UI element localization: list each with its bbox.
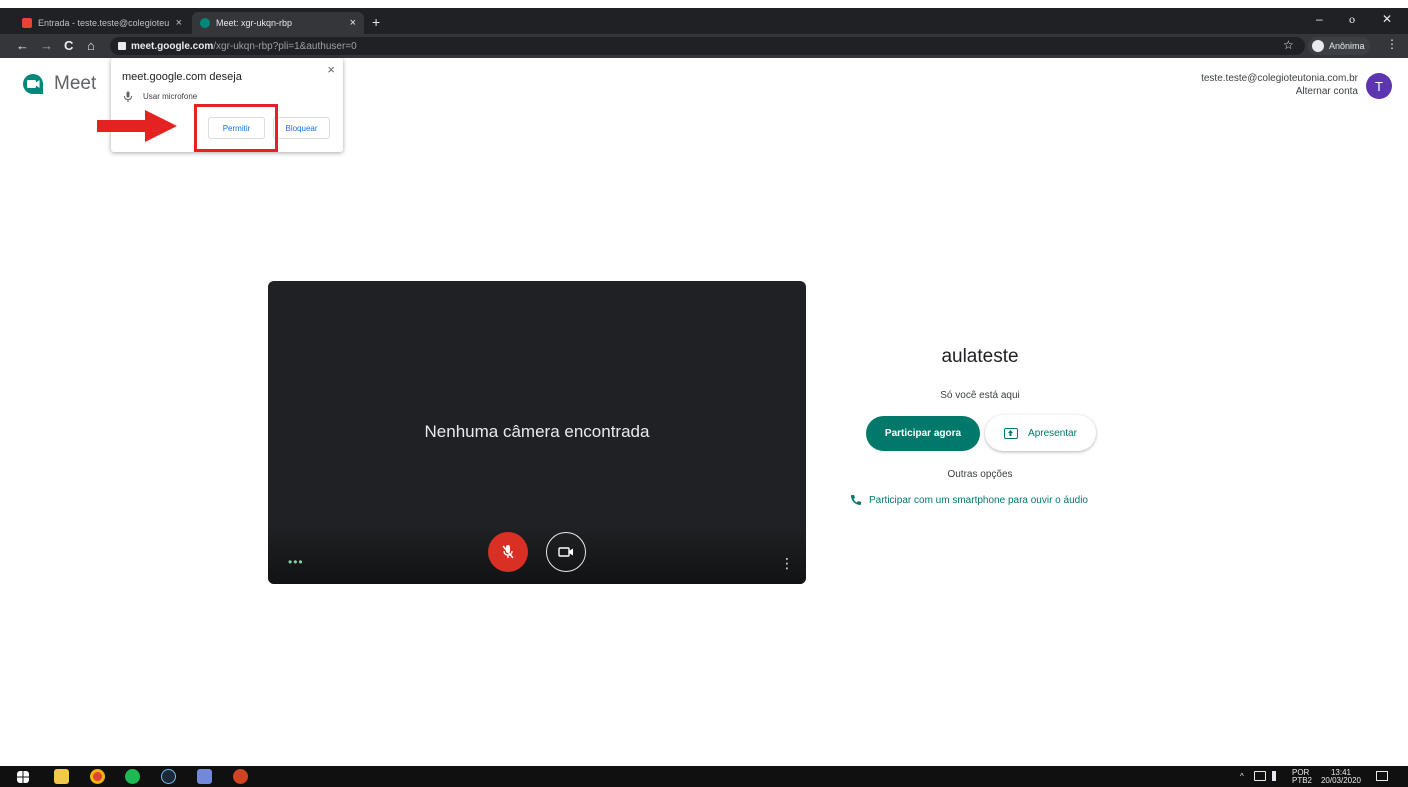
phone-icon [851, 495, 861, 505]
account-info: teste.teste@colegioteutonia.com.br Alter… [1201, 72, 1358, 98]
microphone-toggle-button[interactable] [488, 532, 528, 572]
chrome-icon[interactable] [90, 769, 105, 784]
clock[interactable]: 13:41 20/03/2020 [1320, 769, 1362, 785]
popup-title: meet.google.com deseja [122, 71, 242, 83]
video-controls-gradient [268, 524, 806, 584]
microphone-icon [124, 91, 132, 102]
more-options-dots-icon[interactable]: ••• [288, 555, 304, 569]
camera-toggle-button[interactable] [546, 532, 586, 572]
avatar[interactable]: T [1366, 73, 1392, 99]
incognito-profile-button[interactable]: Anônima [1308, 37, 1370, 55]
switch-account-link[interactable]: Alternar conta [1201, 85, 1358, 98]
annotation-highlight-box [194, 104, 278, 152]
join-by-phone-label: Participar com um smartphone para ouvir … [869, 494, 1088, 506]
no-camera-message: Nenhuma câmera encontrada [424, 422, 650, 441]
camera-icon [558, 547, 573, 557]
reload-button[interactable]: C [64, 38, 73, 54]
other-options-label: Outras opções [947, 469, 1013, 480]
file-explorer-icon[interactable] [54, 769, 69, 784]
annotation-arrow-shaft [97, 120, 145, 132]
meeting-name: aulateste [941, 346, 1019, 367]
windows-taskbar: ^ POR PTB2 13:41 20/03/2020 [0, 766, 1408, 787]
participants-status: Só você está aqui [940, 390, 1020, 401]
tab-close-icon[interactable]: × [350, 17, 356, 29]
browser-menu-button[interactable]: ⋮ [1386, 37, 1398, 51]
home-button[interactable]: ⌂ [87, 38, 95, 54]
meet-logo-icon [23, 74, 43, 94]
meet-logo[interactable]: Meet [22, 73, 96, 95]
powerpoint-icon[interactable] [233, 769, 248, 784]
join-now-button[interactable]: Participar agora [866, 416, 980, 451]
popup-close-icon[interactable]: × [327, 62, 335, 77]
discord-icon[interactable] [197, 769, 212, 784]
tab-gmail[interactable]: Entrada - teste.teste@colegioteu × [14, 12, 190, 34]
steam-icon[interactable] [161, 769, 176, 784]
clock-date: 20/03/2020 [1320, 776, 1362, 785]
bookmark-star-icon[interactable]: ☆ [1283, 38, 1294, 52]
url-host: meet.google.com [131, 40, 214, 52]
browser-tabstrip: Entrada - teste.teste@colegioteu × Meet:… [0, 8, 1408, 34]
tab-close-icon[interactable]: × [176, 17, 182, 29]
lock-icon[interactable] [118, 42, 126, 50]
mic-off-icon [502, 545, 514, 559]
join-by-phone-link[interactable]: Participar com um smartphone para ouvir … [850, 494, 1088, 506]
volume-icon[interactable] [1272, 771, 1282, 781]
forward-button[interactable]: → [40, 38, 53, 54]
back-button[interactable]: ← [16, 38, 29, 54]
meet-logo-text: Meet [54, 73, 97, 94]
present-screen-icon [1004, 427, 1019, 439]
new-tab-button[interactable]: + [372, 14, 380, 30]
input-language[interactable]: POR PTB2 [1292, 769, 1312, 785]
close-window-button[interactable]: ✕ [1382, 12, 1392, 26]
network-icon[interactable] [1254, 771, 1266, 781]
url-path: /xgr-ukqn-rbp?pli=1&authuser=0 [213, 40, 357, 52]
browser-toolbar: ← → C ⌂ meet.google.com /xgr-ukqn-rbp?pl… [0, 34, 1408, 58]
permission-request-label: Usar microfone [143, 92, 198, 101]
keyboard-layout: PTB2 [1292, 776, 1313, 785]
annotation-arrow-head-icon [145, 110, 177, 142]
present-button-label: Apresentar [1028, 427, 1077, 439]
windows-start-icon[interactable] [17, 771, 29, 783]
restore-button[interactable]: ⲟ [1349, 12, 1355, 27]
address-bar[interactable]: meet.google.com /xgr-ukqn-rbp?pli=1&auth… [110, 37, 1305, 55]
minimize-button[interactable]: – [1316, 12, 1323, 26]
incognito-icon [1312, 40, 1324, 52]
block-button[interactable]: Bloquear [273, 117, 330, 139]
tab-title: Meet: xgr-ukqn-rbp [216, 18, 293, 28]
meet-favicon-icon [200, 18, 210, 28]
gmail-icon [22, 18, 32, 28]
tray-chevron-icon[interactable]: ^ [1240, 773, 1244, 781]
video-preview: Nenhuma câmera encontrada ••• ⋮ [268, 281, 806, 584]
profile-label: Anônima [1329, 41, 1365, 51]
notifications-icon[interactable] [1376, 771, 1388, 781]
more-options-menu-icon[interactable]: ⋮ [780, 555, 794, 572]
account-email: teste.teste@colegioteutonia.com.br [1201, 73, 1358, 84]
tab-title: Entrada - teste.teste@colegioteu [38, 18, 170, 28]
tab-meet[interactable]: Meet: xgr-ukqn-rbp × [192, 12, 364, 34]
present-button[interactable]: Apresentar [985, 415, 1096, 451]
spotify-icon[interactable] [125, 769, 140, 784]
